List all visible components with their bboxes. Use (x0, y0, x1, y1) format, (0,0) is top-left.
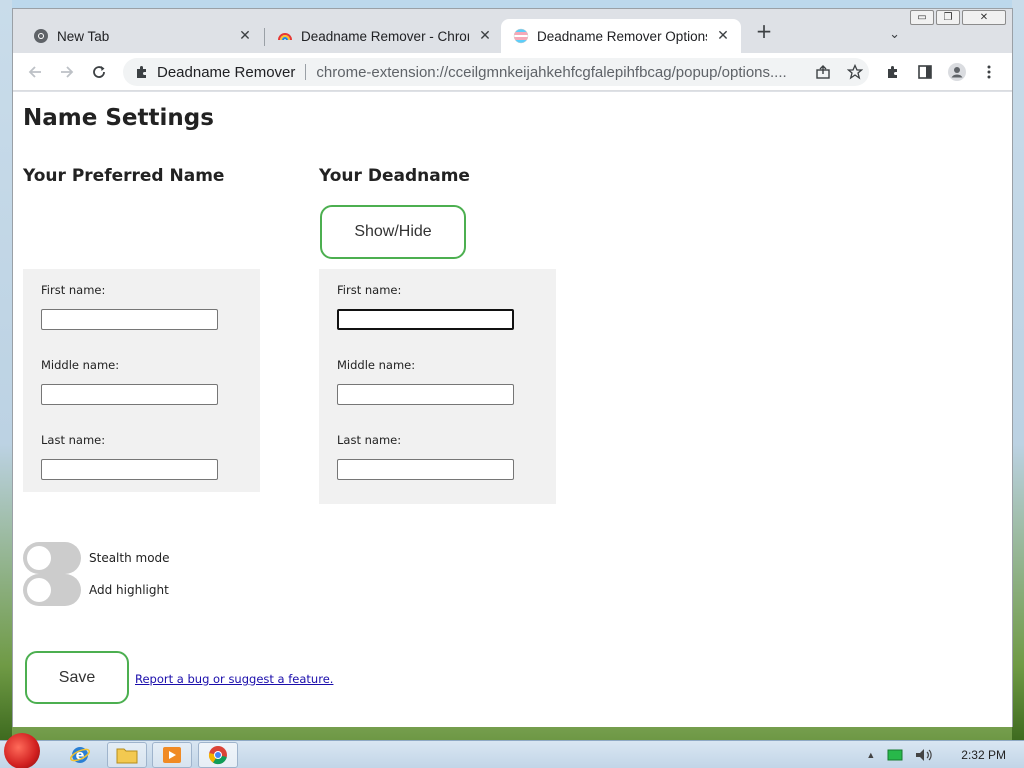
start-button[interactable] (4, 733, 40, 768)
tray-expand-icon[interactable]: ▲ (866, 750, 875, 760)
add-highlight-label: Add highlight (89, 583, 169, 597)
preferred-last-name-input[interactable] (41, 459, 218, 480)
deadname-first-name-label: First name: (337, 283, 402, 297)
taskbar-explorer[interactable] (107, 742, 147, 768)
profile-button[interactable] (947, 62, 967, 82)
puzzle-icon (137, 66, 146, 78)
tab-deadname-remover[interactable]: Deadname Remover - Chrome ✕ (265, 19, 503, 53)
preferred-first-name-label: First name: (41, 283, 106, 297)
forward-button[interactable] (57, 62, 77, 82)
stealth-mode-toggle[interactable] (23, 542, 81, 574)
extensions-button[interactable] (883, 62, 903, 82)
add-highlight-toggle[interactable] (23, 574, 81, 606)
deadname-last-name-label: Last name: (337, 433, 402, 447)
report-bug-link[interactable]: Report a bug or suggest a feature. (135, 672, 333, 686)
reload-button[interactable] (89, 62, 109, 82)
options-page: Name Settings Your Preferred Name Your D… (13, 92, 1012, 727)
tab-title: Deadname Remover Options (537, 28, 707, 44)
extensions-puzzle-icon (888, 66, 897, 78)
deadname-first-name-input[interactable] (337, 309, 514, 330)
share-icon[interactable] (815, 64, 831, 80)
tab-close-icon[interactable]: ✕ (237, 28, 253, 44)
save-button[interactable]: Save (25, 651, 129, 704)
back-arrow-icon (28, 66, 41, 78)
stealth-mode-label: Stealth mode (89, 551, 170, 565)
deadname-middle-name-input[interactable] (337, 384, 514, 405)
back-button[interactable] (25, 62, 45, 82)
tab-close-icon[interactable]: ✕ (715, 28, 731, 44)
chrome-icon (34, 29, 48, 43)
volume-icon[interactable] (915, 748, 933, 762)
forward-arrow-icon (61, 66, 74, 78)
folder-icon (116, 748, 138, 764)
browser-window: ▭ ❐ ✕ New Tab ✕ Deadname Remover - Chrom… (12, 8, 1013, 727)
preferred-middle-name-label: Middle name: (41, 358, 120, 372)
taskbar: e ▲ 2:32 PM (0, 733, 1024, 768)
side-panel-button[interactable] (915, 62, 935, 82)
deadname-last-name-input[interactable] (337, 459, 514, 480)
toggle-knob (27, 578, 51, 602)
media-player-icon (163, 747, 181, 763)
extension-name-label: Deadname Remover (157, 63, 296, 81)
address-bar[interactable]: Deadname Remover chrome-extension://ccei… (123, 58, 869, 86)
profile-avatar-icon (948, 63, 966, 81)
preferred-middle-name-input[interactable] (41, 384, 218, 405)
reload-icon (93, 66, 105, 78)
desktop-background-right (1012, 0, 1024, 740)
extension-rainbow-icon (278, 33, 292, 41)
bookmark-star-icon[interactable] (847, 64, 863, 80)
toggle-knob (27, 546, 51, 570)
omnibox-divider (305, 64, 307, 80)
system-tray: ▲ 2:32 PM (866, 741, 1016, 768)
stealth-mode-row: Stealth mode (23, 542, 170, 574)
preferred-name-panel: First name: Middle name: Last name: (23, 269, 260, 492)
internet-explorer-icon: e (70, 747, 90, 764)
deadname-middle-name-label: Middle name: (337, 358, 416, 372)
tab-new-tab[interactable]: New Tab ✕ (21, 19, 263, 53)
deadname-panel: First name: Middle name: Last name: (319, 269, 556, 504)
add-highlight-row: Add highlight (23, 574, 169, 606)
taskbar-chrome[interactable] (198, 742, 238, 768)
network-icon[interactable] (887, 748, 903, 762)
taskbar-ie[interactable]: e (60, 742, 100, 768)
tab-title: New Tab (57, 28, 110, 44)
tab-deadname-options[interactable]: Deadname Remover Options ✕ (501, 19, 741, 53)
side-panel-icon (918, 65, 932, 79)
url-text: chrome-extension://cceilgmnkeijahkehfcgf… (316, 63, 787, 81)
browser-menu-button[interactable] (979, 62, 999, 82)
browser-toolbar: Deadname Remover chrome-extension://ccei… (13, 53, 1012, 91)
deadname-heading: Your Deadname (319, 166, 470, 186)
preferred-first-name-input[interactable] (41, 309, 218, 330)
clock[interactable]: 2:32 PM (961, 748, 1006, 762)
preferred-last-name-label: Last name: (41, 433, 106, 447)
taskbar-media-player[interactable] (152, 742, 192, 768)
tab-close-icon[interactable]: ✕ (477, 28, 493, 44)
trans-flag-icon (513, 28, 529, 44)
tab-search-icon[interactable]: ⌄ (889, 27, 900, 42)
tab-title: Deadname Remover - Chrome (301, 28, 469, 44)
show-hide-button[interactable]: Show/Hide (320, 205, 466, 259)
page-title: Name Settings (23, 105, 214, 131)
kebab-menu-icon (987, 65, 991, 79)
chrome-icon (208, 746, 227, 765)
preferred-name-heading: Your Preferred Name (23, 166, 225, 186)
new-tab-button[interactable]: + (753, 20, 775, 42)
tab-strip: New Tab ✕ Deadname Remover - Chrome ✕ De… (13, 19, 1012, 53)
desktop-background-left (0, 0, 12, 740)
